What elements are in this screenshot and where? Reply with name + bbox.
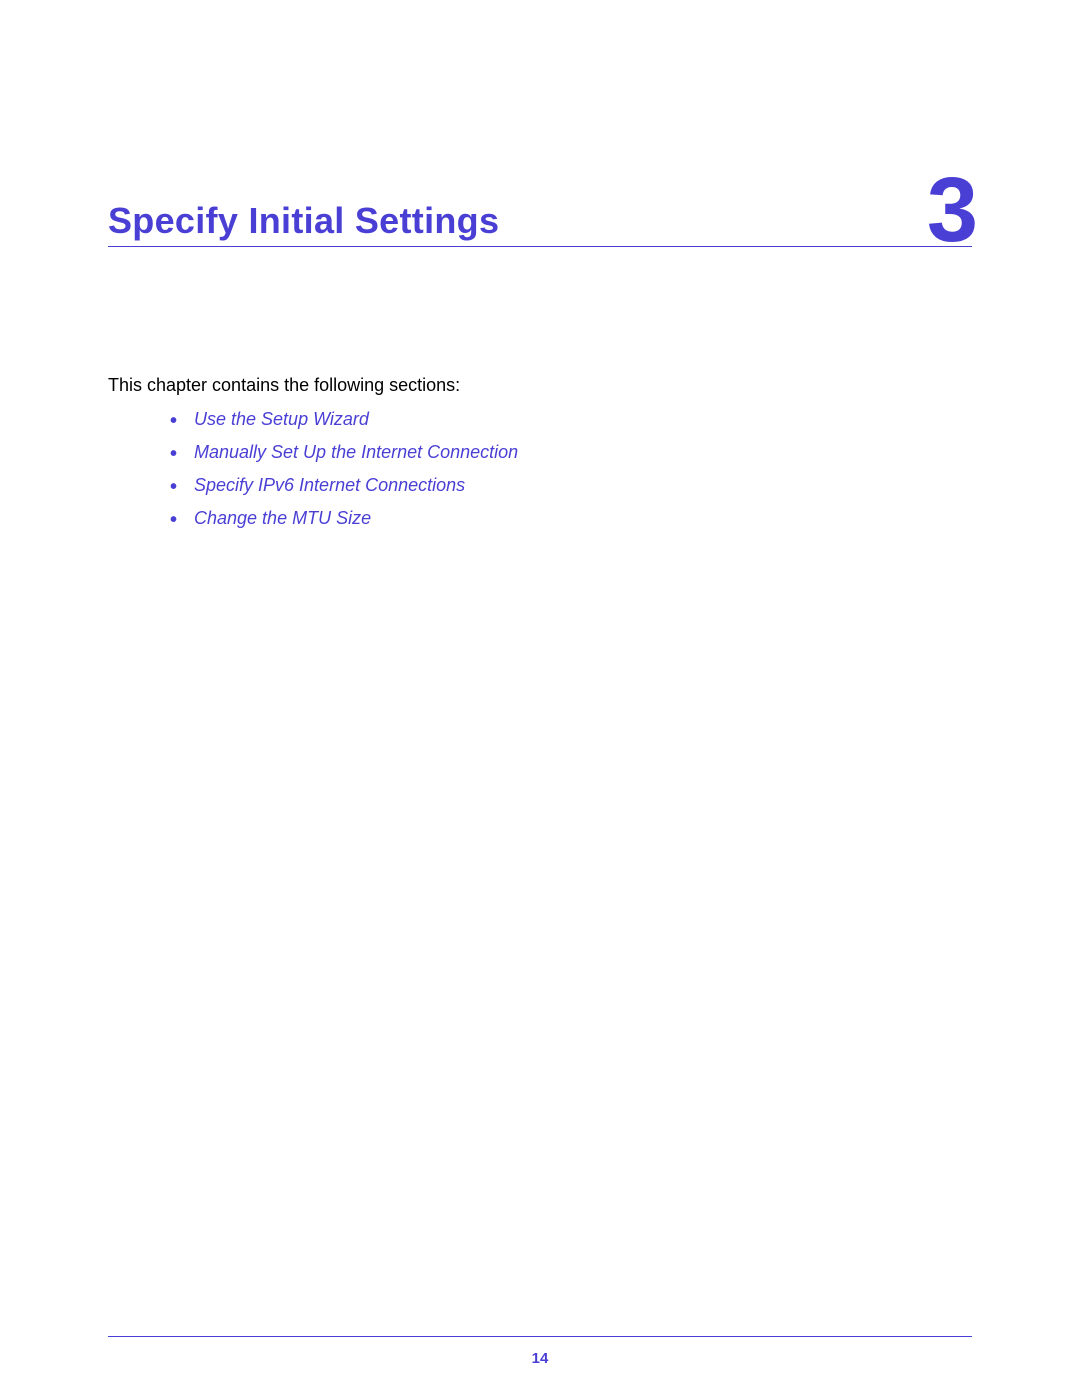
section-link-manual-internet[interactable]: Manually Set Up the Internet Connection bbox=[194, 442, 518, 462]
section-link-mtu[interactable]: Change the MTU Size bbox=[194, 508, 371, 528]
chapter-number: 3 bbox=[927, 174, 978, 248]
list-item: Manually Set Up the Internet Connection bbox=[170, 439, 972, 466]
section-list: Use the Setup Wizard Manually Set Up the… bbox=[170, 406, 972, 532]
section-link-setup-wizard[interactable]: Use the Setup Wizard bbox=[194, 409, 369, 429]
chapter-title: Specify Initial Settings bbox=[108, 200, 499, 242]
page-number: 14 bbox=[0, 1350, 1080, 1367]
section-link-ipv6[interactable]: Specify IPv6 Internet Connections bbox=[194, 475, 465, 495]
list-item: Change the MTU Size bbox=[170, 505, 972, 532]
page-content: Specify Initial Settings 3 This chapter … bbox=[108, 200, 972, 1397]
footer-rule bbox=[108, 1336, 972, 1337]
list-item: Specify IPv6 Internet Connections bbox=[170, 472, 972, 499]
list-item: Use the Setup Wizard bbox=[170, 406, 972, 433]
chapter-header: Specify Initial Settings 3 bbox=[108, 200, 972, 247]
intro-text: This chapter contains the following sect… bbox=[108, 375, 972, 396]
